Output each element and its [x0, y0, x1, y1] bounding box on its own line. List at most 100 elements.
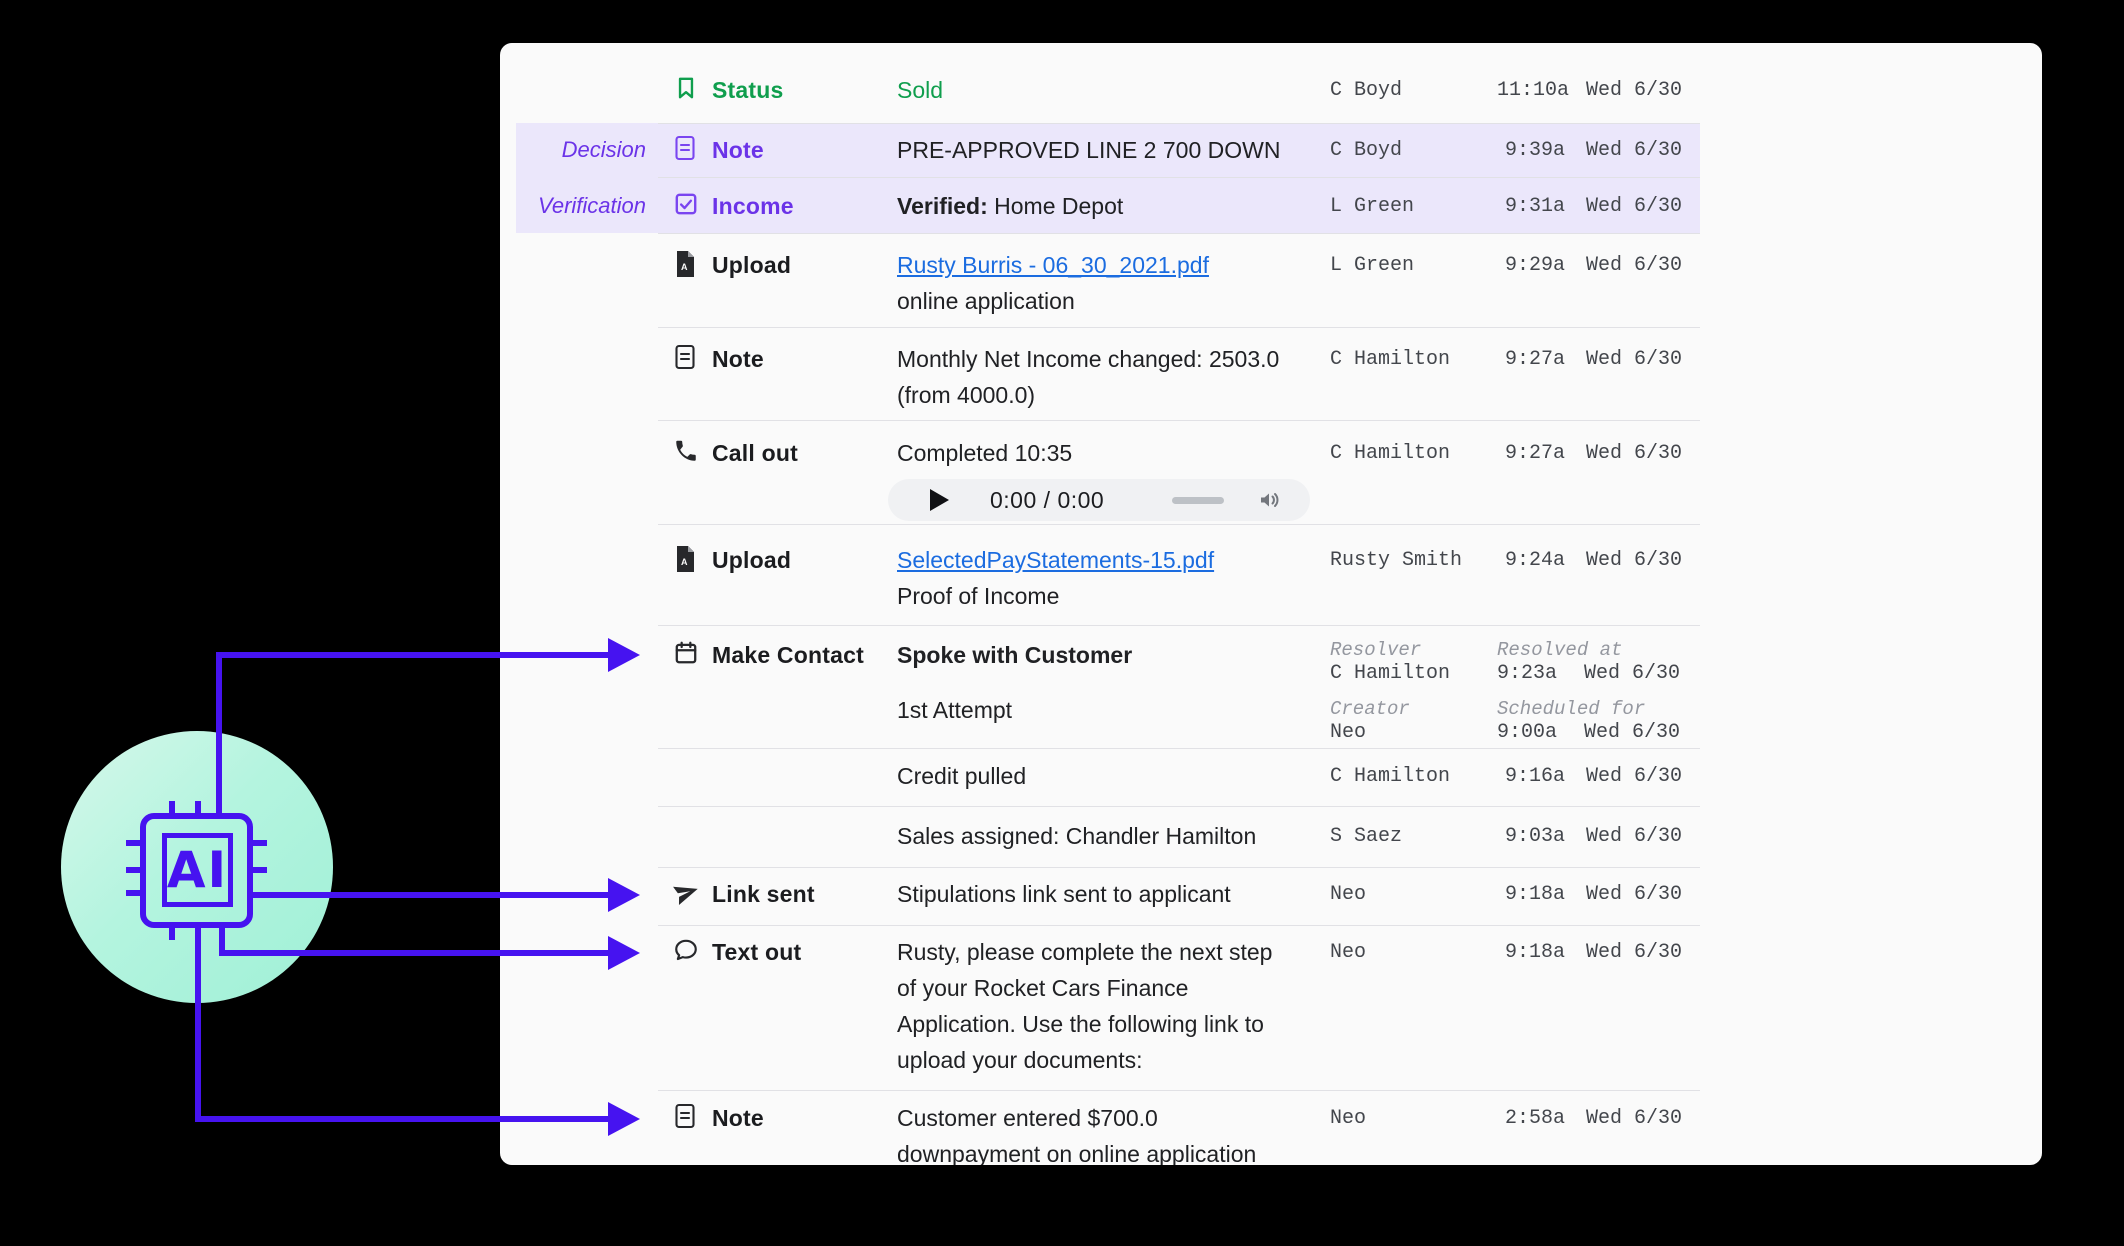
row-date: Wed 6/30	[1586, 1100, 1700, 1165]
timeline-row: NoteCustomer entered $700.0downpayment o…	[500, 1090, 2042, 1165]
no-icon	[658, 758, 712, 806]
row-annotation	[500, 818, 658, 867]
row-time: 9:39a	[1497, 132, 1565, 177]
spacer	[1565, 818, 1586, 867]
play-icon[interactable]	[930, 489, 949, 511]
row-user: C Hamilton	[1330, 341, 1497, 420]
row-content: Rusty, please complete the next stepof y…	[897, 934, 1330, 1090]
row-annotation	[500, 247, 658, 327]
row-content: Customer entered $700.0downpayment on on…	[897, 1100, 1330, 1165]
content-line: Proof of Income	[897, 578, 1330, 614]
content-line: downpayment on online application	[897, 1136, 1330, 1165]
row-time: 9:16a	[1497, 758, 1565, 806]
timeline-row: Credit pulledC Hamilton 9:16a Wed 6/30	[500, 748, 2042, 806]
row-user: Neo	[1330, 876, 1497, 925]
paper-plane-icon	[658, 876, 712, 925]
content-text: Spoke with Customer	[897, 642, 1132, 668]
row-type-label: Upload	[712, 542, 897, 625]
row-user: S Saez	[1330, 818, 1497, 867]
content-line: Rusty, please complete the next step	[897, 934, 1330, 970]
audio-progress[interactable]	[1172, 497, 1224, 504]
content-text: (from 4000.0)	[897, 382, 1035, 408]
spacer	[1565, 247, 1586, 327]
ai-connector-up	[216, 655, 222, 815]
volume-icon[interactable]	[1256, 488, 1282, 512]
spacer	[1565, 876, 1586, 925]
pdf-file-icon: A	[658, 542, 712, 625]
row-divider	[658, 177, 1700, 178]
content-line: Stipulations link sent to applicant	[897, 876, 1330, 912]
pdf-file-icon: A	[658, 247, 712, 327]
row-divider	[658, 748, 1700, 749]
row-content: SelectedPayStatements-15.pdf Proof of Inc…	[897, 542, 1330, 625]
content-line: (from 4000.0)	[897, 377, 1330, 413]
content-line: Monthly Net Income changed: 2503.0	[897, 341, 1330, 377]
row-time: 9:27a	[1497, 435, 1565, 524]
timeline-row: AUploadRusty Burris - 06_30_2021.pdfonli…	[500, 233, 2042, 327]
row-user: L Green	[1330, 247, 1497, 327]
spacer	[1565, 132, 1586, 177]
chip-pin	[126, 867, 140, 873]
row-type-label: Make Contact	[712, 637, 897, 756]
row-type-label: Text out	[712, 934, 897, 1090]
row-date: Wed 6/30	[1586, 542, 1700, 625]
row-date: Wed 6/30	[1586, 247, 1700, 327]
content-line: Verified: Home Depot	[897, 188, 1330, 224]
row-annotation	[500, 542, 658, 625]
no-icon	[658, 818, 712, 867]
row-divider	[658, 625, 1700, 626]
content-text: Home Depot	[988, 193, 1124, 219]
row-content: Sales assigned: Chandler Hamilton	[897, 818, 1330, 867]
chat-bubble-icon	[658, 934, 712, 1090]
row-content: Completed 10:35 0:00 / 0:00	[897, 435, 1330, 524]
spacer	[1565, 1100, 1586, 1165]
row-divider	[658, 420, 1700, 421]
content-line: Application. Use the following link to	[897, 1006, 1330, 1042]
timeline-row: Sales assigned: Chandler HamiltonS Saez …	[500, 806, 2042, 867]
spacer	[1565, 341, 1586, 420]
row-content: Rusty Burris - 06_30_2021.pdfonline appl…	[897, 247, 1330, 327]
ai-arrowhead-text-out	[608, 936, 640, 970]
content-text: Completed 10:35	[897, 440, 1072, 466]
meta-label: Scheduled for	[1497, 697, 1680, 721]
row-content: Spoke with Customer1st Attempt	[897, 637, 1330, 756]
row-content: Sold	[897, 72, 1330, 123]
meta-timestamp: 9:00aWed 6/30	[1497, 721, 1680, 745]
row-divider	[658, 806, 1700, 807]
row-type-label: Call out	[712, 435, 897, 524]
content-line: Completed 10:35	[897, 435, 1330, 471]
row-time: 9:31a	[1497, 188, 1565, 233]
content-text: Verified:	[897, 193, 988, 219]
chip-pin	[169, 801, 175, 813]
content-text: Monthly Net Income changed: 2503.0	[897, 346, 1279, 372]
content-line: Sales assigned: Chandler Hamilton	[897, 818, 1330, 854]
timeline-row: DecisionNotePRE-APPROVED LINE 2 700 DOWN…	[500, 123, 2042, 177]
meta-label: Resolver	[1330, 638, 1497, 662]
bookmark-icon	[658, 72, 712, 123]
timeline-row: Make ContactSpoke with Customer1st Attem…	[500, 625, 2042, 748]
row-divider	[658, 925, 1700, 926]
row-content: Monthly Net Income changed: 2503.0 (from …	[897, 341, 1330, 420]
ai-connector-down-long	[195, 928, 201, 1122]
note-icon	[658, 132, 712, 177]
row-date: Wed 6/30	[1586, 876, 1700, 925]
row-time: 9:24a	[1497, 542, 1565, 625]
row-date: Wed 6/30	[1586, 818, 1700, 867]
row-annotation	[500, 758, 658, 806]
row-type-label	[712, 758, 897, 806]
ai-arrow-line-text-out	[219, 950, 608, 956]
meta-value: Neo	[1330, 721, 1497, 745]
content-line: Sold	[897, 72, 1330, 108]
ai-arrow-line-link-sent	[253, 892, 608, 898]
content-line: PRE-APPROVED LINE 2 700 DOWN	[897, 132, 1330, 168]
row-type-label: Status	[712, 72, 897, 123]
row-divider	[658, 524, 1700, 525]
spacer	[1565, 188, 1586, 233]
row-content: Credit pulled	[897, 758, 1330, 806]
row-time: 9:29a	[1497, 247, 1565, 327]
audio-player[interactable]: 0:00 / 0:00	[888, 479, 1310, 521]
document-link[interactable]: Rusty Burris - 06_30_2021.pdf	[897, 252, 1209, 278]
content-line: of your Rocket Cars Finance	[897, 970, 1330, 1006]
document-link[interactable]: SelectedPayStatements-15.pdf	[897, 547, 1214, 573]
meta-group: Creator Neo Scheduled for 9:00aWed 6/30	[1330, 697, 2042, 745]
